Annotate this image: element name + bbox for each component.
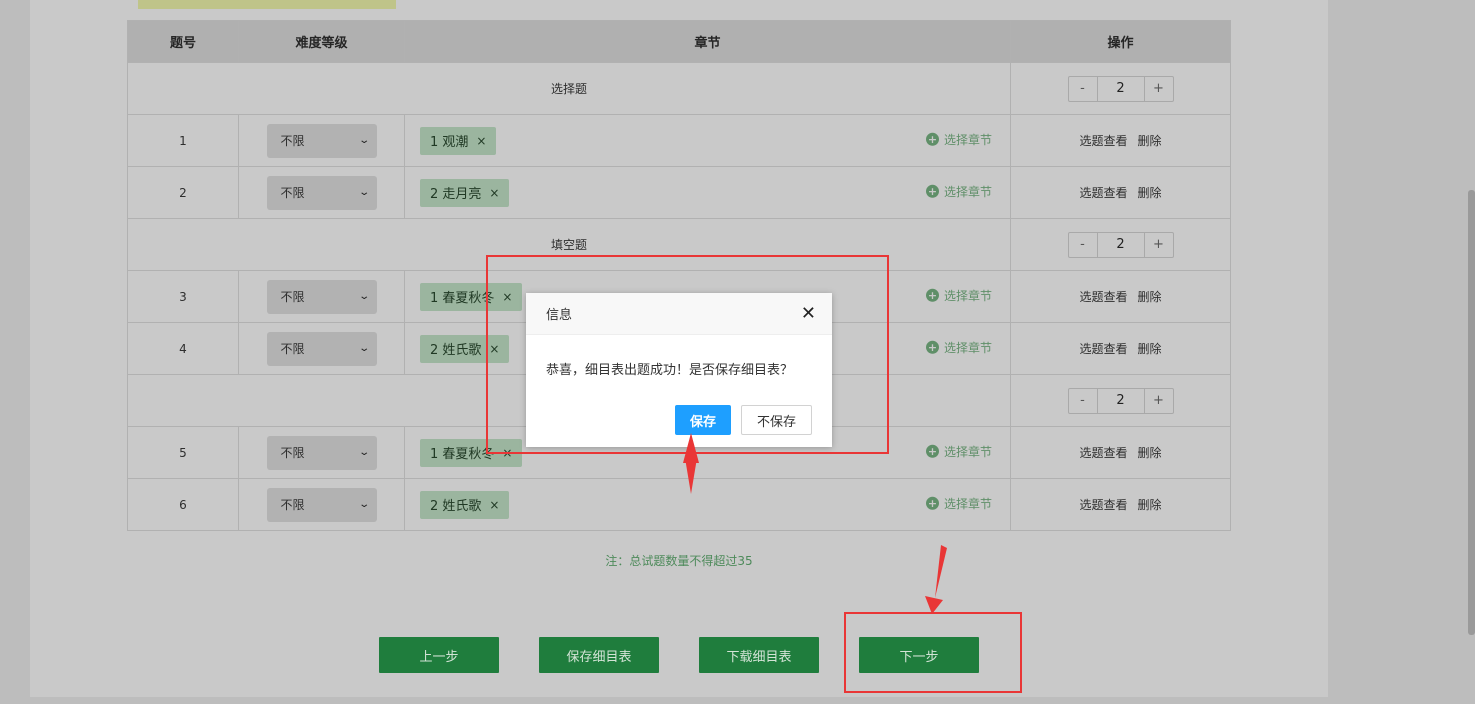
annotation-arrow-up-head — [683, 433, 699, 463]
annotation-arrows — [683, 433, 947, 614]
annotation-arrow-down — [935, 545, 947, 598]
annotation-arrow-up — [685, 458, 697, 494]
page: 题号 难度等级 章节 操作 选择题 -2 +1 不限 ⌄ 1 观潮 × + 选择章节 选题查看 删除… — [0, 0, 1475, 704]
annotation-arrow-down-head — [925, 596, 943, 614]
